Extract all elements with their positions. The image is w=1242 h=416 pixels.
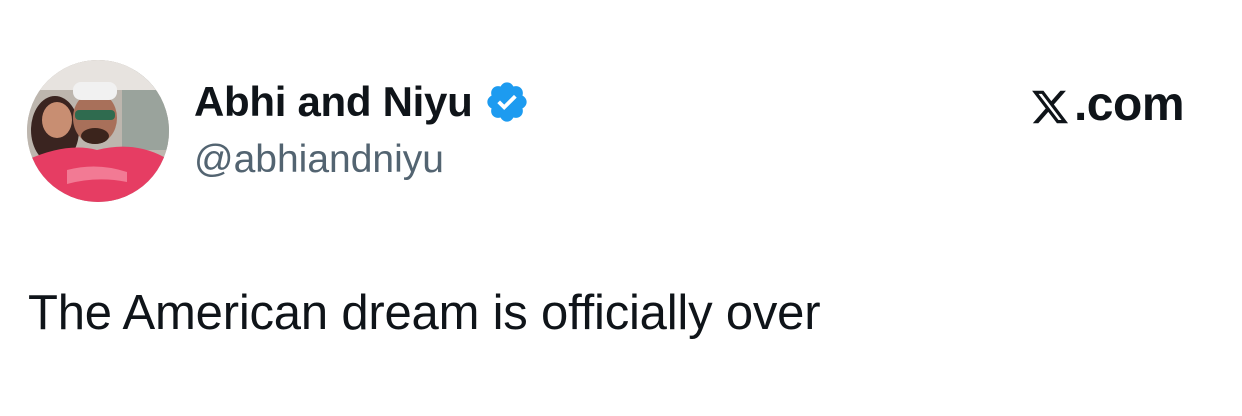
x-logo-icon — [1030, 84, 1070, 124]
display-name-row[interactable]: Abhi and Niyu — [194, 74, 530, 130]
display-name[interactable]: Abhi and Niyu — [194, 81, 473, 123]
user-handle[interactable]: @abhiandniyu — [194, 140, 444, 179]
avatar-image — [27, 60, 169, 202]
brand-label: .com — [1073, 77, 1185, 131]
tweet-card: Abhi and Niyu @abhiandniyu .com The Amer… — [0, 0, 1242, 416]
brand-logo: .com — [1030, 76, 1185, 132]
avatar[interactable] — [27, 60, 169, 202]
verified-badge-icon — [484, 79, 530, 125]
tweet-text: The American dream is officially over — [28, 286, 821, 340]
